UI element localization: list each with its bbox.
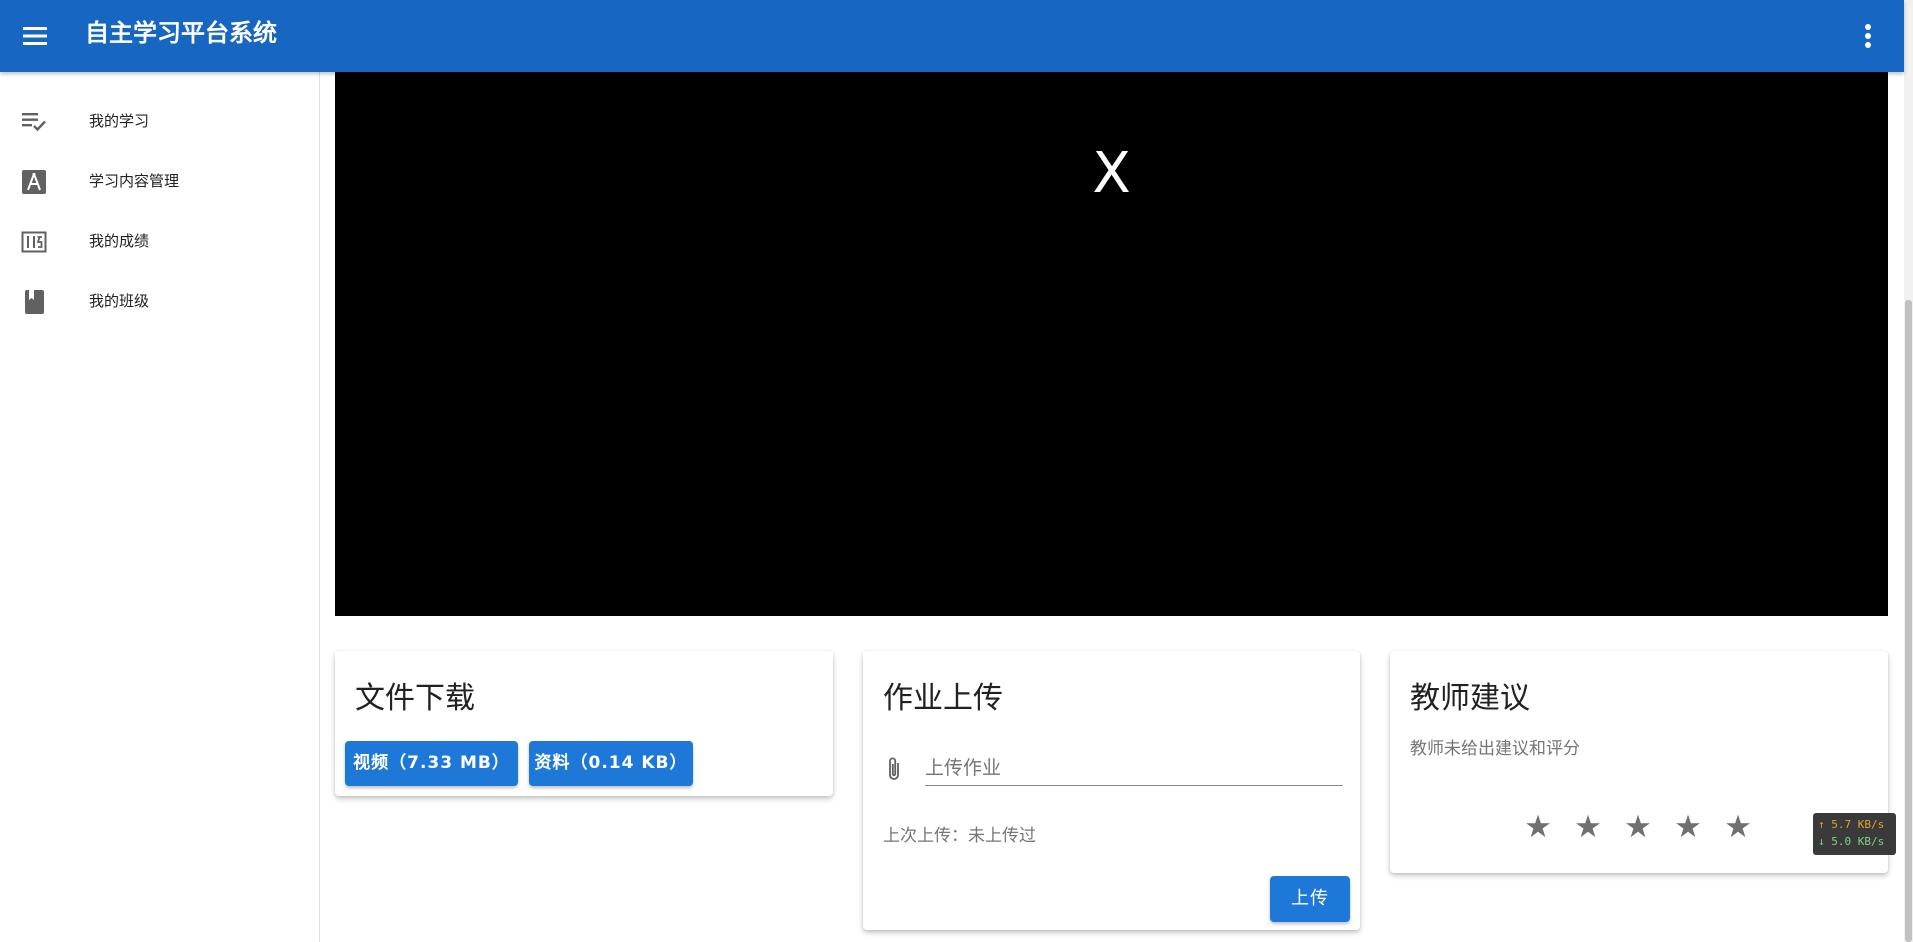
app-bar: 自主学习平台系统 — [0, 0, 1904, 72]
playlist-check-icon — [20, 108, 48, 136]
page-scrollbar[interactable] — [1904, 0, 1913, 942]
homework-upload-input[interactable]: 上传作业 — [925, 745, 1343, 786]
compass-icon — [20, 168, 48, 196]
star-icon[interactable]: ★ — [1622, 811, 1654, 843]
app-title: 自主学习平台系统 — [85, 19, 277, 47]
star-icon[interactable]: ★ — [1522, 811, 1554, 843]
star-icon[interactable]: ★ — [1572, 811, 1604, 843]
scrollbar-thumb[interactable] — [1905, 300, 1912, 942]
sidebar-item-my-grades[interactable]: 我的成绩 — [0, 211, 319, 271]
sidebar: 我的学习 学习内容管理 我的成绩 我的班级 — [0, 72, 320, 942]
upload-speed: ↑ 5.7 KB/s — [1818, 818, 1885, 831]
grade-icon — [20, 228, 48, 256]
card-title: 作业上传 — [883, 681, 1003, 716]
more-vert-icon[interactable] — [1852, 18, 1884, 54]
download-speed: ↓ 5.0 KB/s — [1818, 835, 1885, 848]
teacher-note: 教师未给出建议和评分 — [1410, 739, 1580, 759]
download-card: 文件下载 视频（7.33 MB） 资料（0.14 KB） — [335, 651, 833, 796]
paperclip-icon[interactable] — [883, 754, 905, 784]
sidebar-item-label: 我的成绩 — [89, 232, 150, 250]
sidebar-item-label: 我的学习 — [89, 112, 150, 130]
star-icon[interactable]: ★ — [1722, 811, 1754, 843]
upload-button[interactable]: 上传 — [1270, 876, 1350, 922]
card-title: 教师建议 — [1410, 681, 1530, 716]
video-player[interactable]: X — [335, 72, 1888, 616]
menu-icon[interactable] — [18, 18, 54, 54]
card-title: 文件下载 — [355, 681, 475, 716]
star-icon[interactable]: ★ — [1672, 811, 1704, 843]
sidebar-item-my-class[interactable]: 我的班级 — [0, 271, 319, 331]
video-error-mark: X — [1092, 141, 1131, 206]
network-speed-widget: ↑ 5.7 KB/s ↓ 5.0 KB/s — [1813, 813, 1896, 855]
sidebar-item-content-management[interactable]: 学习内容管理 — [0, 151, 319, 211]
sidebar-item-my-study[interactable]: 我的学习 — [0, 91, 319, 151]
sidebar-item-label: 学习内容管理 — [89, 172, 180, 190]
download-material-button[interactable]: 资料（0.14 KB） — [529, 741, 693, 786]
sidebar-item-label: 我的班级 — [89, 292, 150, 310]
homework-card: 作业上传 上传作业 上次上传：未上传过 上传 — [863, 651, 1360, 930]
book-icon — [20, 288, 48, 316]
last-upload-text: 上次上传：未上传过 — [883, 826, 1036, 846]
upload-placeholder: 上传作业 — [925, 757, 1002, 779]
download-video-button[interactable]: 视频（7.33 MB） — [345, 741, 518, 786]
